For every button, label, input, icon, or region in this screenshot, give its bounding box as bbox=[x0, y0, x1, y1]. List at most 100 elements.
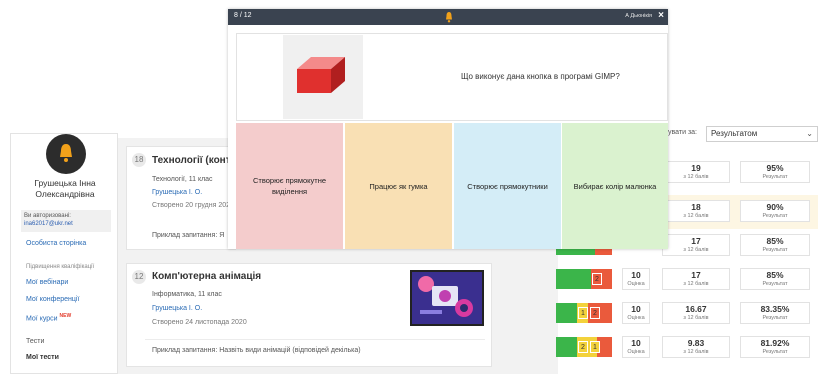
mistake-chip: 1 bbox=[590, 341, 600, 353]
user-name: Грушецька Інна Олександрівна bbox=[34, 178, 96, 199]
percent-cell-label: Результат bbox=[762, 315, 788, 321]
percent-cell-label: Результат bbox=[762, 281, 788, 287]
score-cell: 10 Оцінка bbox=[622, 302, 650, 324]
courses-label: Мої курси bbox=[26, 315, 58, 323]
points-cell-value: 17 bbox=[691, 236, 701, 246]
card-number: 18 bbox=[132, 153, 146, 167]
card-created: Створено 20 грудня 202 bbox=[152, 202, 231, 209]
score-cell: 10 Оцінка bbox=[622, 336, 650, 358]
card-title[interactable]: Комп'ютерна анімація bbox=[152, 271, 261, 282]
my-tests-link[interactable]: Мої тести bbox=[26, 354, 59, 361]
percent-cell-label: Результат bbox=[762, 174, 788, 180]
percent-cell-value: 83.35% bbox=[760, 304, 790, 314]
qualification-heading: Підвищення кваліфікації bbox=[26, 264, 95, 270]
points-cell-label: з 12 балів bbox=[683, 174, 709, 180]
answer-option[interactable]: Створює прямокутники bbox=[454, 123, 561, 249]
percent-cell-label: Результат bbox=[762, 349, 788, 355]
sidebar: Грушецька Інна Олександрівна Ви авторизо… bbox=[10, 133, 118, 374]
chevron-down-icon: ⌄ bbox=[806, 129, 813, 138]
result-bar-segment bbox=[556, 303, 578, 323]
percent-cell: 81.92% Результат bbox=[740, 336, 810, 358]
mistake-chip: 2 bbox=[592, 273, 602, 285]
courses-link[interactable]: Мої курси NEW bbox=[26, 313, 71, 322]
percent-cell-label: Результат bbox=[762, 213, 788, 219]
card-number: 12 bbox=[132, 270, 146, 284]
answer-option[interactable]: Працює як гумка bbox=[345, 123, 452, 249]
question-text: Що виконує дана кнопка в програмі GIMP? bbox=[461, 72, 620, 81]
percent-cell-value: 90% bbox=[766, 202, 784, 212]
score-cell-label: Оцінка bbox=[627, 281, 645, 287]
card-author[interactable]: Грушецька І. О. bbox=[152, 189, 202, 196]
test-card[interactable]: 12 Комп'ютерна анімація Інформатика, 11 … bbox=[126, 263, 492, 367]
tests-heading: Тести bbox=[26, 338, 45, 345]
points-cell-label: з 12 балів bbox=[683, 315, 709, 321]
percent-cell-label: Результат bbox=[762, 247, 788, 253]
auth-label: Ви авторизовані: bbox=[24, 213, 71, 219]
points-cell-value: 16.67 bbox=[685, 304, 707, 314]
card-divider bbox=[145, 339, 485, 340]
points-cell-value: 9.83 bbox=[687, 338, 705, 348]
percent-cell: 85% Результат bbox=[740, 234, 810, 256]
rating-row: 2 1 10 Оцінка 9.83 з 12 балів 81.92% Результат bbox=[556, 331, 818, 365]
points-cell: 18 з 12 балів bbox=[662, 200, 730, 222]
result-bar-segment bbox=[556, 269, 591, 289]
score-cell-label: Оцінка bbox=[627, 315, 645, 321]
mistake-chip: 2 bbox=[590, 307, 600, 319]
points-cell-label: з 12 балів bbox=[683, 349, 709, 355]
rating-row: 2 10 Оцінка 17 з 12 балів 85% Результат bbox=[556, 263, 818, 297]
points-cell: 17 з 12 балів bbox=[662, 234, 730, 256]
question-panel: Що виконує дана кнопка в програмі GIMP? bbox=[236, 33, 668, 121]
percent-cell-value: 81.92% bbox=[760, 338, 790, 348]
percent-cell-value: 95% bbox=[766, 163, 784, 173]
webinars-link[interactable]: Мої вебінари bbox=[26, 279, 68, 286]
percent-cell: 90% Результат bbox=[740, 200, 810, 222]
ratings-sort: увати за: Результатом ⌄ bbox=[668, 124, 818, 146]
card-subject: Технології, 11 клас bbox=[152, 176, 213, 183]
score-cell-label: Оцінка bbox=[627, 349, 645, 355]
answer-option[interactable]: Вибирає колір малюнка bbox=[562, 123, 668, 249]
result-bar bbox=[556, 269, 612, 289]
animation-thumbnail-icon bbox=[412, 272, 482, 324]
points-cell-value: 19 bbox=[691, 163, 701, 173]
auth-info: Ви авторизовані: ina62017@ukr.net bbox=[21, 210, 111, 232]
card-example: Приклад запитання: Назвіть види анімацій… bbox=[152, 347, 361, 354]
card-subject: Інформатика, 11 клас bbox=[152, 291, 222, 298]
score-cell-value: 10 bbox=[631, 304, 641, 314]
points-cell: 16.67 з 12 балів bbox=[662, 302, 730, 324]
sort-label: увати за: bbox=[668, 129, 697, 136]
mistake-chip: 2 bbox=[578, 341, 588, 353]
points-cell-label: з 12 балів bbox=[683, 247, 709, 253]
score-cell-value: 10 bbox=[631, 338, 641, 348]
bell-icon bbox=[60, 144, 72, 162]
sort-value: Результатом bbox=[711, 129, 758, 138]
percent-cell: 85% Результат bbox=[740, 268, 810, 290]
sort-select[interactable]: Результатом ⌄ bbox=[706, 126, 818, 142]
answer-option[interactable]: Створює прямокутне виділення bbox=[236, 123, 343, 249]
question-image bbox=[283, 35, 363, 119]
percent-cell: 83.35% Результат bbox=[740, 302, 810, 324]
points-cell-value: 17 bbox=[691, 270, 701, 280]
card-author[interactable]: Грушецька І. О. bbox=[152, 305, 202, 312]
eraser-icon bbox=[297, 57, 345, 93]
points-cell-label: з 12 балів bbox=[683, 281, 709, 287]
card-created: Створено 24 листопада 2020 bbox=[152, 319, 247, 326]
rating-row: 1 2 10 Оцінка 16.67 з 12 балів 83.35% Результат bbox=[556, 297, 818, 331]
card-title[interactable]: Технології (контр bbox=[152, 155, 237, 166]
points-cell-value: 18 bbox=[691, 202, 701, 212]
percent-cell-value: 85% bbox=[766, 236, 784, 246]
result-bar-segment bbox=[556, 337, 578, 357]
points-cell: 9.83 з 12 балів bbox=[662, 336, 730, 358]
close-icon[interactable]: × bbox=[658, 10, 664, 21]
test-card[interactable]: 18 Технології (контр Технології, 11 клас… bbox=[126, 146, 237, 250]
points-cell: 19 з 12 балів bbox=[662, 161, 730, 183]
percent-cell: 95% Результат bbox=[740, 161, 810, 183]
conferences-link[interactable]: Мої конференції bbox=[26, 296, 79, 303]
mistake-chip: 1 bbox=[578, 307, 588, 319]
bell-icon bbox=[446, 12, 452, 23]
personal-page-link[interactable]: Особиста сторінка bbox=[26, 240, 86, 247]
points-cell: 17 з 12 балів bbox=[662, 268, 730, 290]
new-badge: NEW bbox=[59, 313, 72, 319]
points-cell-label: з 12 балів bbox=[683, 213, 709, 219]
auth-email: ina62017@ukr.net bbox=[24, 221, 73, 227]
logo[interactable] bbox=[46, 134, 86, 174]
